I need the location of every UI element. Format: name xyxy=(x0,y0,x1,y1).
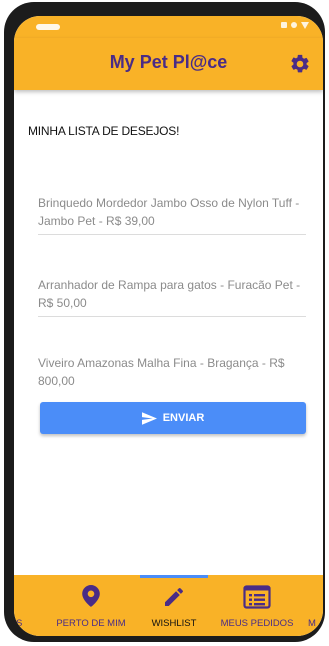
wishlist-item[interactable]: Viveiro Amazonas Malha Fina - Bragança -… xyxy=(38,354,306,390)
pencil-icon xyxy=(165,587,184,606)
screen: My Pet Pl@ce MINHA LISTA DE DESEJOS! Bri… xyxy=(14,16,323,636)
nav-item-label: WISHLIST xyxy=(151,618,197,629)
send-icon xyxy=(141,411,157,425)
nav-item-label: AS xyxy=(14,618,23,629)
status-bar xyxy=(14,16,323,38)
nav-item-label: M xyxy=(308,618,316,629)
wifi-icon xyxy=(301,22,309,29)
nav-item-partial-right[interactable]: M xyxy=(308,575,323,636)
signal-icon xyxy=(291,22,297,28)
gear-icon[interactable] xyxy=(289,53,311,75)
divider xyxy=(38,234,306,235)
bottom-navigation: AS PERTO DE MIM WISHLIST xyxy=(14,575,323,636)
map-pin-icon xyxy=(82,585,100,607)
send-button-label: ENVIAR xyxy=(162,412,205,424)
wishlist-item[interactable]: Arranhador de Rampa para gatos - Furacão… xyxy=(38,276,306,312)
status-pill-icon xyxy=(36,24,60,30)
nav-item-label: MEUS PEDIDOS xyxy=(220,618,294,629)
phone-frame: My Pet Pl@ce MINHA LISTA DE DESEJOS! Bri… xyxy=(4,2,325,642)
divider xyxy=(38,316,306,317)
notification-icon xyxy=(281,22,287,28)
nav-item-perto-de-mim[interactable]: PERTO DE MIM xyxy=(48,575,134,636)
nav-item-label: PERTO DE MIM xyxy=(56,618,126,629)
list-title: MINHA LISTA DE DESEJOS! xyxy=(28,124,180,138)
nav-item-partial-left[interactable]: AS xyxy=(14,575,28,636)
status-icons xyxy=(281,22,309,29)
app-title: My Pet Pl@ce xyxy=(109,52,228,72)
nav-item-meus-pedidos[interactable]: MEUS PEDIDOS xyxy=(212,575,302,636)
wishlist-item[interactable]: Brinquedo Mordedor Jambo Osso de Nylon T… xyxy=(38,194,306,230)
nav-item-wishlist[interactable]: WISHLIST xyxy=(134,575,214,636)
app-bar: My Pet Pl@ce xyxy=(14,38,323,90)
list-icon xyxy=(243,585,271,609)
send-button[interactable]: ENVIAR xyxy=(40,402,306,434)
